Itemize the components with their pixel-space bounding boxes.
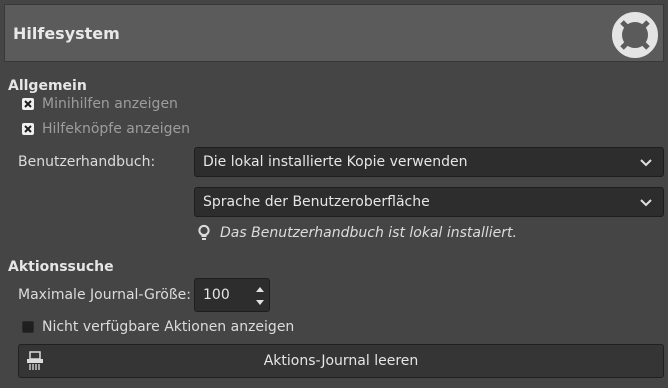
journal-size-input[interactable] (195, 279, 251, 311)
chevron-down-icon (640, 199, 652, 207)
section-general-title: Allgemein (8, 78, 87, 94)
arrow-down-icon (256, 300, 264, 305)
life-ring-icon (612, 12, 658, 58)
section-action-search-title: Aktionssuche (8, 259, 114, 275)
decrement-button[interactable] (253, 296, 267, 310)
manual-language-select-value: Sprache der Benutzeroberfläche (203, 194, 430, 210)
show-help-buttons-checkbox[interactable] (22, 123, 34, 135)
user-manual-select-value: Die lokal installierte Kopie verwenden (203, 154, 468, 170)
manual-status-hint: Das Benutzerhandbuch ist lokal installie… (196, 224, 517, 242)
show-tooltips-checkbox-row[interactable]: Minihilfen anzeigen (22, 96, 178, 112)
show-help-buttons-label: Hilfeknöpfe anzeigen (42, 121, 190, 137)
clear-action-history-button[interactable]: Aktions-Journal leeren (18, 344, 664, 378)
show-unavailable-checkbox[interactable] (22, 321, 34, 333)
show-tooltips-label: Minihilfen anzeigen (42, 96, 178, 112)
show-tooltips-checkbox[interactable] (22, 98, 34, 110)
page-title: Hilfesystem (13, 24, 120, 43)
check-x-icon (24, 100, 32, 108)
check-x-icon (24, 125, 32, 133)
page-header: Hilfesystem (4, 4, 664, 62)
manual-status-text: Das Benutzerhandbuch ist lokal installie… (220, 225, 517, 241)
lightbulb-icon (198, 224, 210, 240)
journal-size-label: Maximale Journal-Größe: (18, 287, 191, 303)
journal-size-spinbutton[interactable] (194, 278, 270, 312)
show-unavailable-checkbox-row[interactable]: Nicht verfügbare Aktionen anzeigen (22, 319, 294, 335)
show-help-buttons-checkbox-row[interactable]: Hilfeknöpfe anzeigen (22, 121, 190, 137)
user-manual-select[interactable]: Die lokal installierte Kopie verwenden (194, 147, 664, 177)
increment-button[interactable] (253, 282, 267, 296)
clear-action-history-label: Aktions-Journal leeren (263, 353, 419, 369)
show-unavailable-label: Nicht verfügbare Aktionen anzeigen (42, 319, 295, 335)
user-manual-label: Benutzerhandbuch: (18, 154, 156, 170)
chevron-down-icon (640, 159, 652, 167)
shredder-icon (27, 351, 43, 370)
arrow-up-icon (256, 287, 264, 292)
manual-language-select[interactable]: Sprache der Benutzeroberfläche (194, 187, 664, 217)
